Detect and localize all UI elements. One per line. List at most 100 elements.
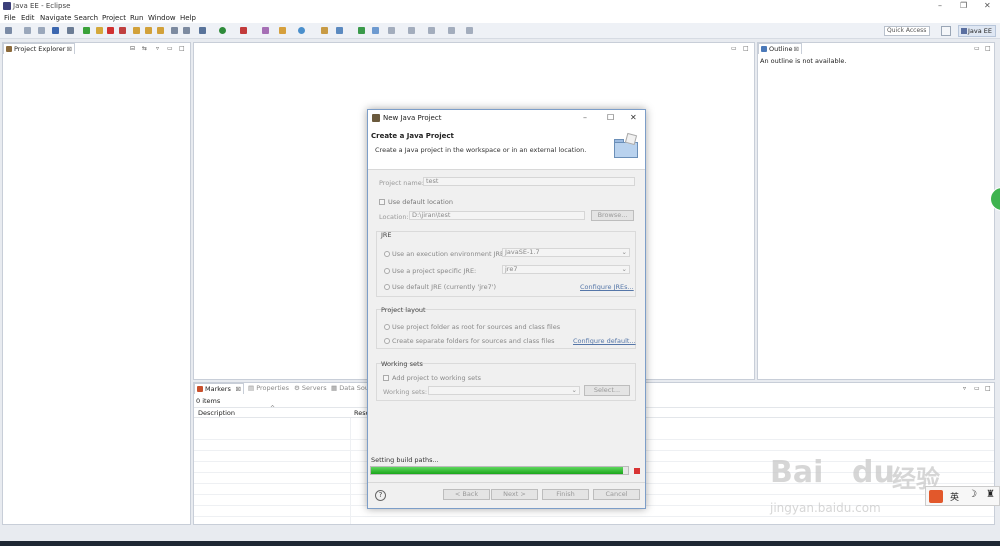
view-menu-icon[interactable]: ▿ [156, 45, 159, 52]
location-input[interactable]: D:\jiran\test [409, 211, 585, 220]
resume-icon[interactable] [96, 27, 103, 34]
close-tab-icon[interactable]: ⊠ [236, 384, 241, 394]
new-package-icon[interactable] [279, 27, 286, 34]
editor-maximize-icon[interactable]: □ [743, 45, 749, 52]
cancel-button[interactable]: Cancel [593, 489, 640, 500]
new-icon[interactable] [5, 27, 12, 34]
ime-moon-icon[interactable]: ☽ [968, 489, 977, 500]
step-into-icon[interactable] [133, 27, 140, 34]
menu-edit[interactable]: Edit [21, 14, 35, 22]
project-specific-radio[interactable] [384, 268, 390, 274]
restore-icon[interactable]: ❐ [960, 1, 967, 10]
prev-annotation-icon[interactable] [408, 27, 415, 34]
help-icon[interactable]: ? [375, 490, 386, 501]
collapse-all-icon[interactable]: ⊟ [130, 45, 135, 52]
select-working-sets-button[interactable]: Select... [584, 385, 630, 396]
dialog-maximize-icon[interactable]: ☐ [607, 110, 614, 126]
os-taskbar [0, 541, 1000, 546]
run-icon[interactable] [219, 27, 226, 34]
project-name-input[interactable]: test [423, 177, 635, 186]
publish-icon[interactable] [183, 27, 190, 34]
open-perspective-icon[interactable] [941, 26, 951, 36]
minimize-view-icon[interactable]: ▭ [167, 45, 173, 52]
open-type-icon[interactable] [321, 27, 328, 34]
separate-layout-radio[interactable] [384, 338, 390, 344]
bottom-minimize-icon[interactable]: ▭ [974, 385, 980, 392]
new-class-icon[interactable] [298, 27, 305, 34]
sort-up-icon: ^ [270, 405, 276, 412]
outline-maximize-icon[interactable]: □ [985, 45, 991, 52]
outline-minimize-icon[interactable]: ▭ [974, 45, 980, 52]
step-over-icon[interactable] [145, 27, 152, 34]
browse-button[interactable]: Browse... [591, 210, 634, 221]
disconnect-icon[interactable] [119, 27, 126, 34]
tab-markers[interactable]: Markers ⊠ [194, 383, 244, 394]
working-sets-select[interactable]: ⌄ [428, 386, 580, 395]
save-all-icon[interactable] [38, 27, 45, 34]
configure-jres-link[interactable]: Configure JREs... [580, 283, 634, 291]
stop-progress-icon[interactable] [634, 468, 640, 474]
step-return-icon[interactable] [157, 27, 164, 34]
dialog-close-icon[interactable]: ✕ [630, 110, 637, 126]
default-jre-radio[interactable] [384, 284, 390, 290]
bottom-view-menu-icon[interactable]: ▿ [963, 385, 966, 392]
search-icon[interactable] [336, 27, 343, 34]
close-icon[interactable]: ✕ [984, 1, 991, 10]
tab-project-explorer[interactable]: Project Explorer ⊠ [3, 43, 75, 54]
exec-env-select[interactable]: JavaSE-1.7 ⌄ [502, 248, 630, 257]
close-tab-icon[interactable]: ⊠ [67, 44, 72, 54]
back-icon[interactable] [428, 27, 435, 34]
tab-outline[interactable]: Outline ⊠ [758, 43, 802, 54]
root-layout-radio[interactable] [384, 324, 390, 330]
stop-icon[interactable] [107, 27, 114, 34]
dialog-minimize-icon[interactable]: – [583, 110, 587, 126]
working-sets-label: Working sets: [383, 388, 428, 396]
annotation-icon[interactable] [372, 27, 379, 34]
menu-search[interactable]: Search [74, 14, 98, 22]
menu-project[interactable]: Project [102, 14, 126, 22]
dialog-title: New Java Project [383, 114, 442, 122]
tab-servers[interactable]: ⚙ Servers [294, 384, 327, 392]
back-button[interactable]: < Back [443, 489, 490, 500]
add-working-sets-checkbox[interactable] [383, 375, 389, 381]
tab-data-source[interactable]: ▦ Data Sou [331, 384, 369, 392]
project-specific-select[interactable]: jre7 ⌄ [502, 265, 630, 274]
forward-icon[interactable] [448, 27, 455, 34]
ime-lang[interactable]: 英 [950, 490, 959, 503]
maximize-view-icon[interactable]: □ [179, 45, 185, 52]
new-server-icon[interactable] [262, 27, 269, 34]
save-icon[interactable] [24, 27, 31, 34]
run-external-icon[interactable] [240, 27, 247, 34]
editor-minimize-icon[interactable]: ▭ [731, 45, 737, 52]
perspective-java-ee[interactable]: Java EE [958, 25, 996, 37]
progress-status: Setting build paths... [371, 456, 439, 464]
finish-button[interactable]: Finish [542, 489, 589, 500]
ime-logo-icon[interactable] [929, 490, 943, 503]
ime-shirt-icon[interactable]: ♜ [986, 489, 995, 500]
quick-access-input[interactable]: Quick Access [884, 26, 930, 36]
link-editor-icon[interactable]: ⇆ [142, 45, 147, 52]
settings-icon[interactable] [199, 27, 206, 34]
task-icon[interactable] [358, 27, 365, 34]
column-description[interactable]: Description [198, 409, 235, 417]
menu-help[interactable]: Help [180, 14, 196, 22]
menu-run[interactable]: Run [130, 14, 143, 22]
link-icon[interactable] [67, 27, 74, 34]
forward-dropdown-icon[interactable] [466, 27, 473, 34]
menu-window[interactable]: Window [148, 14, 176, 22]
debug-icon[interactable] [83, 27, 90, 34]
terminal-icon[interactable] [52, 27, 59, 34]
use-default-location-checkbox[interactable] [379, 199, 385, 205]
next-annotation-icon[interactable] [388, 27, 395, 34]
window-title: Java EE - Eclipse [13, 2, 71, 10]
menu-file[interactable]: File [4, 14, 16, 22]
server-icon[interactable] [171, 27, 178, 34]
tab-properties[interactable]: ▤ Properties [248, 384, 289, 392]
exec-env-radio[interactable] [384, 251, 390, 257]
menu-navigate[interactable]: Navigate [40, 14, 71, 22]
minimize-icon[interactable]: – [938, 1, 942, 10]
bottom-maximize-icon[interactable]: □ [985, 385, 991, 392]
close-tab-icon[interactable]: ⊠ [794, 44, 799, 54]
next-button[interactable]: Next > [491, 489, 538, 500]
configure-default-link[interactable]: Configure default... [573, 337, 636, 345]
